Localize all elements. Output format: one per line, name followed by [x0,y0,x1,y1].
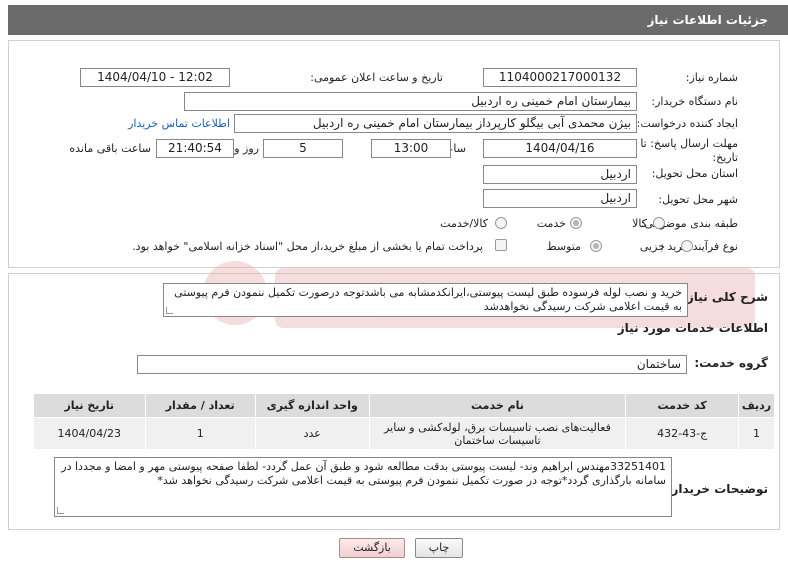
process-radio-minor[interactable] [681,240,693,252]
cell-qty: 1 [144,417,256,450]
province-field[interactable]: اردبیل [483,165,637,184]
process-label: نوع فرآیند خرید : [660,240,738,253]
description-textarea[interactable]: خرید و نصب لوله فرسوده طبق لیست پیوستی،ا… [163,283,688,317]
need-number-field[interactable]: 1104000217000132 [483,68,637,87]
resize-grip-icon[interactable] [166,307,173,314]
back-button[interactable]: بازگشت [339,538,405,558]
cell-name: فعالیت‌های نصب تاسیسات برق، لوله‌کشی و س… [368,417,627,450]
announce-date-label: تاریخ و ساعت اعلان عمومی: [310,71,443,84]
table-header-row: ردیف کد خدمت نام خدمت واحد اندازه گیری ت… [33,393,776,418]
col-row: ردیف [737,393,776,418]
table-row: 1 ج-43-432 فعالیت‌های نصب تاسیسات برق، ل… [33,417,776,450]
payment-checkbox[interactable] [495,239,507,251]
col-qty: تعداد / مقدار [144,393,256,418]
col-date: تاریخ نیاز [33,393,146,418]
services-table: ردیف کد خدمت نام خدمت واحد اندازه گیری ت… [33,393,776,450]
col-code: کد خدمت [625,393,739,418]
payment-note: پرداخت تمام یا بخشی از مبلغ خرید،از محل … [132,240,483,253]
need-number-label: شماره نیاز: [685,71,738,84]
category-option-goods: کالا [632,217,647,230]
category-radio-goods-service[interactable] [495,217,507,229]
buyer-notes-label: توضیحات خریدار: [666,482,768,496]
cell-row: 1 [737,417,776,450]
deadline-date-label: تاریخ: [712,151,738,164]
service-group-field[interactable]: ساختمان [137,355,687,374]
page-header: جزئیات اطلاعات نیاز [8,5,788,35]
category-option-goods-service: کالا/خدمت [440,217,488,230]
page-title: جزئیات اطلاعات نیاز [647,13,768,27]
days-label: روز و [234,142,259,155]
category-option-service: خدمت [536,217,566,230]
buyer-notes-textarea[interactable]: 33251401مهندس ابراهیم وند- لیست پیوستی ب… [54,457,672,517]
category-radio-goods[interactable] [653,217,665,229]
deadline-date-field[interactable]: 1404/04/16 [483,139,637,158]
announce-date-field[interactable]: 1404/04/10 - 12:02 [80,68,230,87]
process-option-medium: متوسط [546,240,581,253]
deadline-label: مهلت ارسال پاسخ: تا [640,137,738,150]
process-radio-medium[interactable] [590,240,602,252]
category-radio-service[interactable] [570,217,582,229]
creator-field[interactable]: بیژن محمدی آبی بیگلو کارپرداز بیمارستان … [234,114,637,133]
col-unit: واحد اندازه گیری [254,393,370,418]
process-option-minor: جزیی [639,240,665,253]
province-label: استان محل تحویل: [651,167,738,180]
creator-label: ایجاد کننده درخواست: [636,117,738,130]
cell-code: ج-43-432 [625,417,739,450]
remaining-time-field[interactable]: 21:40:54 [156,139,234,158]
deadline-time-field[interactable]: 13:00 [371,139,451,158]
buyer-org-field[interactable]: بیمارستان امام خمینی ره اردبیل [184,92,637,111]
days-remaining-field[interactable]: 5 [263,139,343,158]
buyer-notes-text: 33251401مهندس ابراهیم وند- لیست پیوستی ب… [61,460,666,487]
resize-grip-icon[interactable] [57,507,64,514]
description-label: شرح کلی نیاز: [682,290,768,304]
service-group-label: گروه خدمت: [694,356,768,370]
cell-date: 1404/04/23 [33,417,146,450]
cell-unit: عدد [254,417,370,450]
city-field[interactable]: اردبیل [483,189,637,208]
buyer-org-label: نام دستگاه خریدار: [651,95,738,108]
print-button[interactable]: چاپ [415,538,463,558]
description-text: خرید و نصب لوله فرسوده طبق لیست پیوستی،ا… [174,286,682,313]
buyer-contact-link[interactable]: اطلاعات تماس خریدار [128,117,230,130]
services-section-title: اطلاعات خدمات مورد نیاز [617,321,768,335]
remaining-time-label: ساعت باقی مانده [69,142,151,155]
city-label: شهر محل تحویل: [658,193,738,206]
col-name: نام خدمت [368,393,627,418]
